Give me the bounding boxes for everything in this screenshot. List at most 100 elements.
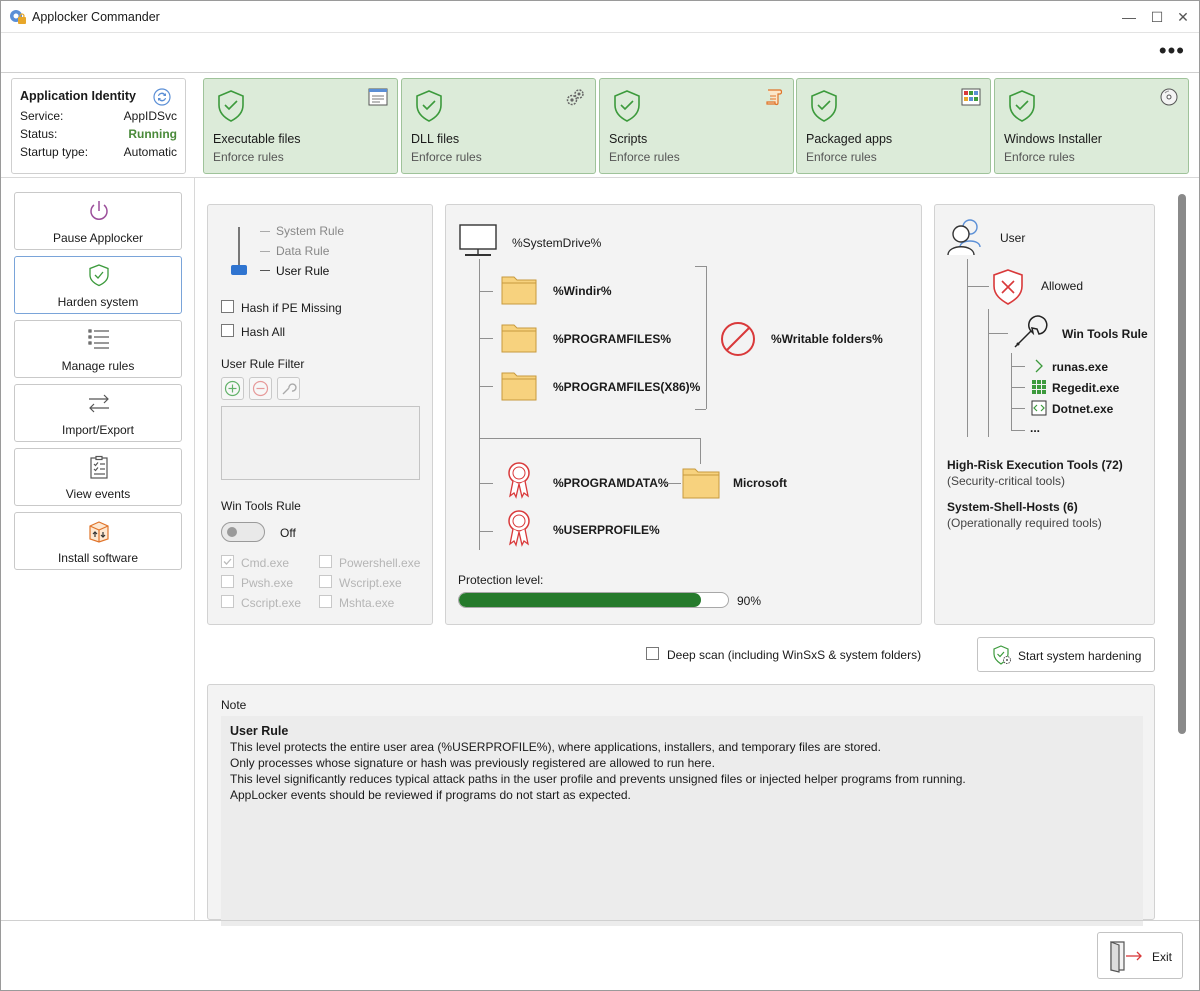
windir-label: %Windir%	[553, 284, 612, 298]
minimize-button[interactable]: —	[1117, 7, 1141, 27]
folder-tree-panel: %SystemDrive% %Windir% %PROGRAMFILES% %P…	[445, 204, 922, 625]
refresh-icon[interactable]	[152, 87, 172, 107]
exe-dotnet: Dotnet.exe	[1052, 402, 1114, 416]
tile-executable-files[interactable]: Executable files Enforce rules	[203, 78, 398, 174]
shield-check-icon	[416, 90, 442, 122]
application-identity-box: Application Identity Service: AppIDSvc St…	[11, 78, 186, 174]
tree-trunk	[479, 259, 480, 550]
wrench-icon	[282, 383, 297, 395]
app-window: Applocker Commander — ☐ ✕ ••• Applicatio…	[0, 0, 1200, 991]
group-high-risk-sub: (Security-critical tools)	[947, 474, 1066, 488]
note-line: AppLocker events should be reviewed if p…	[230, 788, 631, 802]
pwsh-checkbox[interactable]	[221, 575, 234, 588]
nav-manage-rules[interactable]: Manage rules	[14, 320, 182, 378]
certificate-icon	[508, 462, 530, 499]
cmd-label: Cmd.exe	[241, 556, 290, 570]
scrollbar-thumb[interactable]	[1178, 194, 1186, 734]
nav-pause-applocker[interactable]: Pause Applocker	[14, 192, 182, 250]
microsoft-label: Microsoft	[733, 476, 787, 490]
filter-label: User Rule Filter	[221, 357, 305, 371]
tile-packaged-apps[interactable]: Packaged apps Enforce rules	[796, 78, 991, 174]
folder-icon	[501, 324, 537, 353]
tile-name: Windows Installer	[1004, 132, 1102, 146]
mshta-checkbox[interactable]	[319, 595, 332, 608]
exe-branch	[1011, 430, 1025, 431]
tree-branch	[700, 438, 701, 464]
programfiles-label: %PROGRAMFILES%	[553, 332, 672, 346]
tile-dll-files[interactable]: DLL files Enforce rules	[401, 78, 596, 174]
folder-icon	[501, 372, 537, 401]
shield-check-icon	[1009, 90, 1035, 122]
service-value: AppIDSvc	[123, 109, 177, 123]
exe-branch	[1011, 387, 1025, 388]
vertical-scrollbar[interactable]	[1174, 191, 1188, 909]
edit-filter-button[interactable]	[277, 377, 300, 400]
hash-pe-missing-checkbox[interactable]	[221, 300, 234, 313]
registry-icon	[1032, 380, 1046, 394]
tick	[260, 231, 270, 232]
hash-all-checkbox[interactable]	[221, 324, 234, 337]
package-icon	[89, 521, 109, 543]
more-options-button[interactable]: •••	[1159, 40, 1185, 62]
wscript-checkbox[interactable]	[319, 575, 332, 588]
shield-x-icon	[993, 269, 1023, 305]
tree-branch	[479, 291, 493, 292]
note-panel: Note User Rule This level protects the e…	[207, 684, 1155, 926]
start-hardening-button[interactable]: Start system hardening	[977, 637, 1155, 672]
nav-import-export[interactable]: Import/Export	[14, 384, 182, 442]
tile-scripts[interactable]: Scripts Enforce rules	[599, 78, 794, 174]
close-button[interactable]: ✕	[1171, 7, 1195, 27]
hash-all-label: Hash All	[241, 325, 286, 339]
exit-door-icon	[1110, 941, 1142, 973]
exe-regedit: Regedit.exe	[1052, 381, 1120, 395]
nav-label: Pause Applocker	[52, 231, 144, 245]
exit-button[interactable]: Exit	[1097, 932, 1183, 979]
note-line: This level protects the entire user area…	[230, 740, 881, 754]
programdata-label: %PROGRAMDATA%	[553, 476, 669, 490]
bracket-side	[706, 266, 707, 409]
shield-gear-icon	[993, 645, 1011, 665]
level-data-rule[interactable]: Data Rule	[276, 244, 329, 258]
protection-label: Protection level:	[458, 573, 544, 587]
deep-scan-checkbox[interactable]	[646, 647, 659, 660]
exe-branch	[1011, 366, 1025, 367]
status-key: Status:	[20, 127, 58, 141]
bracket-top	[695, 266, 706, 267]
cscript-checkbox[interactable]	[221, 595, 234, 608]
toggle-knob	[227, 527, 237, 537]
user-tree-branch	[988, 333, 1008, 334]
tile-status: Enforce rules	[411, 150, 482, 164]
powershell-checkbox[interactable]	[319, 555, 332, 568]
exe-tree-trunk	[1011, 353, 1012, 431]
disc-icon	[1160, 88, 1178, 106]
header-separator	[1, 177, 1199, 178]
window-icon	[368, 88, 388, 106]
level-system-rule[interactable]: System Rule	[276, 224, 344, 238]
startup-row: Startup type: Automatic	[20, 145, 177, 163]
level-user-rule[interactable]: User Rule	[276, 264, 329, 278]
level-slider-thumb[interactable]	[231, 265, 247, 275]
nav-view-events[interactable]: View events	[14, 448, 182, 506]
cmd-checkbox[interactable]	[221, 555, 234, 568]
tile-status: Enforce rules	[609, 150, 680, 164]
service-row: Service: AppIDSvc	[20, 109, 177, 127]
remove-filter-button[interactable]	[249, 377, 272, 400]
note-header: Note	[221, 698, 247, 712]
add-filter-button[interactable]	[221, 377, 244, 400]
deep-scan-label: Deep scan (including WinSxS & system fol…	[667, 648, 922, 662]
filter-list[interactable]	[221, 406, 420, 480]
win-tools-toggle[interactable]	[221, 522, 265, 542]
tile-name: Scripts	[609, 132, 648, 146]
tile-status: Enforce rules	[1004, 150, 1075, 164]
nav-install-software[interactable]: Install software	[14, 512, 182, 570]
exe-runas: runas.exe	[1052, 360, 1109, 374]
tick	[260, 251, 270, 252]
computer-icon	[459, 224, 497, 256]
mshta-label: Mshta.exe	[339, 596, 395, 610]
pwsh-label: Pwsh.exe	[241, 576, 294, 590]
tile-windows-installer[interactable]: Windows Installer Enforce rules	[994, 78, 1189, 174]
nav-harden-system[interactable]: Harden system	[14, 256, 182, 314]
maximize-button[interactable]: ☐	[1145, 7, 1169, 27]
tile-name: Packaged apps	[806, 132, 893, 146]
exe-more: ...	[1030, 421, 1041, 435]
